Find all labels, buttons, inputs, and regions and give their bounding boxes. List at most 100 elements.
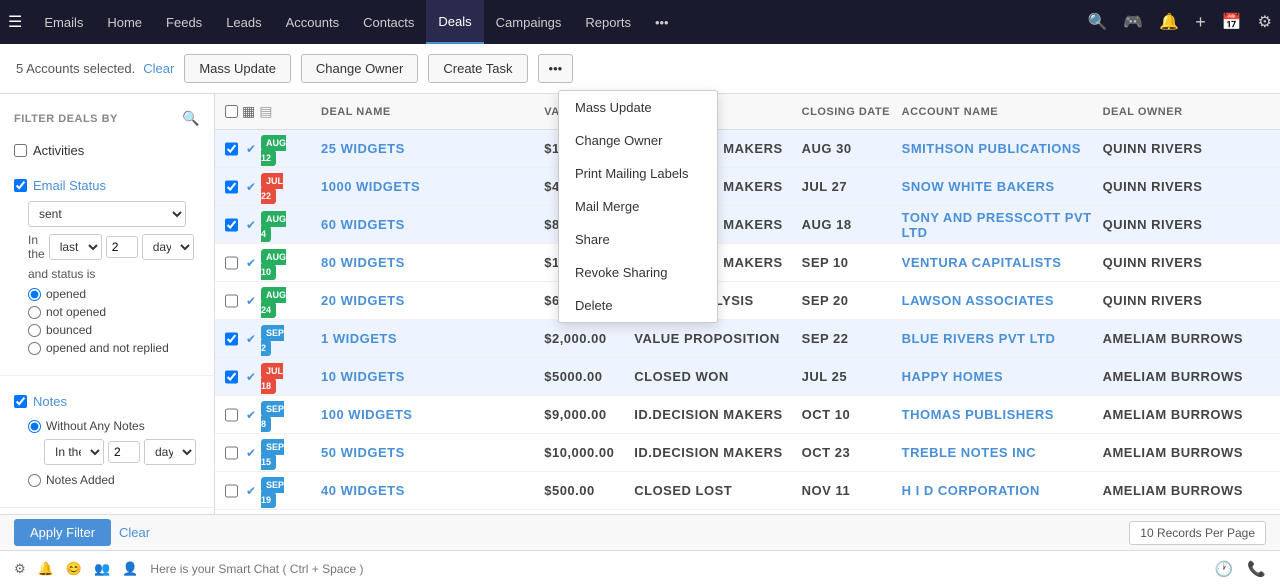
period-select[interactable]: last [49,234,102,260]
clear-selection-link[interactable]: Clear [143,61,174,76]
smart-chat-input[interactable] [150,562,1202,576]
settings-icon[interactable]: ⚙ [1258,12,1272,32]
status-bounced-label[interactable]: bounced [28,321,186,339]
period-unit-select[interactable]: days weeks months [142,234,194,260]
nav-emails[interactable]: Emails [32,0,95,44]
hamburger-icon[interactable]: ☰ [8,12,22,32]
plus-icon[interactable]: + [1195,12,1206,33]
header-deal-name[interactable]: DEAL NAME [321,106,544,118]
account-link-0[interactable]: Smithson Publications [902,141,1081,156]
email-status-checkbox-label[interactable]: Email Status [14,174,200,197]
clear-filter-button[interactable]: Clear [119,519,150,546]
status-not-opened-radio[interactable] [28,306,41,319]
row-checkbox-1[interactable] [225,180,238,194]
select-all-checkbox[interactable] [225,103,238,120]
status-not-opened-label[interactable]: not opened [28,303,186,321]
deal-link-9[interactable]: 40 Widgets [321,483,405,498]
account-link-2[interactable]: Tony And Presscott Pvt Ltd [902,210,1092,240]
person-chat-icon[interactable]: 👤 [122,561,138,577]
without-notes-label[interactable]: Without Any Notes [28,417,186,435]
notes-period-value[interactable] [108,441,140,463]
emoji-chat-icon[interactable]: 😊 [66,561,82,577]
status-opened-not-replied-radio[interactable] [28,342,41,355]
dropdown-mass-update[interactable]: Mass Update [559,91,717,124]
search-icon[interactable]: 🔍 [1087,12,1107,32]
table-view-icon[interactable]: ▦ [242,103,255,120]
apply-filter-button[interactable]: Apply Filter [14,519,111,546]
nav-feeds[interactable]: Feeds [154,0,214,44]
account-link-8[interactable]: Treble Notes Inc [902,445,1036,460]
row-checkbox-3[interactable] [225,256,238,270]
account-link-7[interactable]: Thomas Publishers [902,407,1054,422]
deal-link-7[interactable]: 100 Widgets [321,407,412,422]
account-link-1[interactable]: Snow white Bakers [902,179,1055,194]
deal-link-8[interactable]: 50 Widgets [321,445,405,460]
deal-link-6[interactable]: 10 Widgets [321,369,405,384]
period-value-input[interactable] [106,236,138,258]
deal-link-2[interactable]: 60 Widgets [321,217,405,232]
header-account-name[interactable]: ACCOUNT NAME [902,106,1103,118]
nav-home[interactable]: Home [95,0,154,44]
status-opened-radio[interactable] [28,288,41,301]
activities-checkbox-label[interactable]: Activities [14,139,200,162]
row-checkbox-7[interactable] [225,408,238,422]
row-checkbox-2[interactable] [225,218,238,232]
nav-reports[interactable]: Reports [573,0,643,44]
without-notes-radio[interactable] [28,420,41,433]
header-deal-owner[interactable]: DEAL OWNER [1103,106,1270,118]
dropdown-share[interactable]: Share [559,223,717,256]
gamepad-icon[interactable]: 🎮 [1123,12,1143,32]
settings-chat-icon[interactable]: ⚙ [14,561,26,577]
nav-deals[interactable]: Deals [426,0,483,44]
dropdown-delete[interactable]: Delete [559,289,717,322]
deal-link-1[interactable]: 1000 Widgets [321,179,420,194]
status-opened-not-replied-label[interactable]: opened and not replied [28,339,186,357]
account-link-5[interactable]: Blue Rivers Pvt Ltd [902,331,1056,346]
sidebar-search-icon[interactable]: 🔍 [182,110,200,127]
calendar-icon[interactable]: 📅 [1222,12,1242,32]
row-checkbox-0[interactable] [225,142,238,156]
nav-campaigns[interactable]: Campaings [484,0,574,44]
table-list-icon[interactable]: ▤ [259,103,272,120]
dropdown-print-mailing[interactable]: Print Mailing Labels [559,157,717,190]
deal-link-3[interactable]: 80 Widgets [321,255,405,270]
bell-icon[interactable]: 🔔 [1159,12,1179,32]
email-status-select[interactable]: sent opened not opened bounced [28,201,186,227]
row-checkbox-4[interactable] [225,294,238,308]
row-checkbox-9[interactable] [225,484,238,498]
notes-checkbox-label[interactable]: Notes [14,390,200,413]
row-checkbox-5[interactable] [225,332,238,346]
more-actions-button[interactable]: ••• [538,54,574,83]
nav-accounts[interactable]: Accounts [274,0,351,44]
create-task-button[interactable]: Create Task [428,54,527,83]
account-link-9[interactable]: H I D Corporation [902,483,1040,498]
header-closing-date[interactable]: CLOSING DATE [802,106,902,118]
email-status-checkbox[interactable] [14,179,27,192]
dropdown-mail-merge[interactable]: Mail Merge [559,190,717,223]
notes-added-radio[interactable] [28,474,41,487]
phone-chat-icon[interactable]: 📞 [1247,560,1266,578]
mass-update-button[interactable]: Mass Update [184,54,291,83]
deal-link-0[interactable]: 25 Widgets [321,141,405,156]
dropdown-change-owner[interactable]: Change Owner [559,124,717,157]
clock-chat-icon[interactable]: 🕐 [1215,560,1234,578]
row-checkbox-6[interactable] [225,370,238,384]
nav-more[interactable]: ••• [643,0,681,44]
notes-added-label[interactable]: Notes Added [28,471,186,489]
account-link-3[interactable]: Ventura Capitalists [902,255,1062,270]
users-chat-icon[interactable]: 👥 [94,561,110,577]
status-opened-label[interactable]: opened [28,285,186,303]
deal-link-4[interactable]: 20 Widgets [321,293,405,308]
account-link-6[interactable]: Happy Homes [902,369,1003,384]
deal-link-5[interactable]: 1 Widgets [321,331,397,346]
dropdown-revoke-sharing[interactable]: Revoke Sharing [559,256,717,289]
nav-contacts[interactable]: Contacts [351,0,426,44]
row-checkbox-8[interactable] [225,446,238,460]
nav-leads[interactable]: Leads [214,0,273,44]
notification-chat-icon[interactable]: 🔔 [38,561,54,577]
notes-period-unit[interactable]: days [144,439,196,465]
account-link-4[interactable]: Lawson Associates [902,293,1054,308]
notes-checkbox[interactable] [14,395,27,408]
activities-checkbox[interactable] [14,144,27,157]
records-per-page[interactable]: 10 Records Per Page [1129,521,1266,545]
